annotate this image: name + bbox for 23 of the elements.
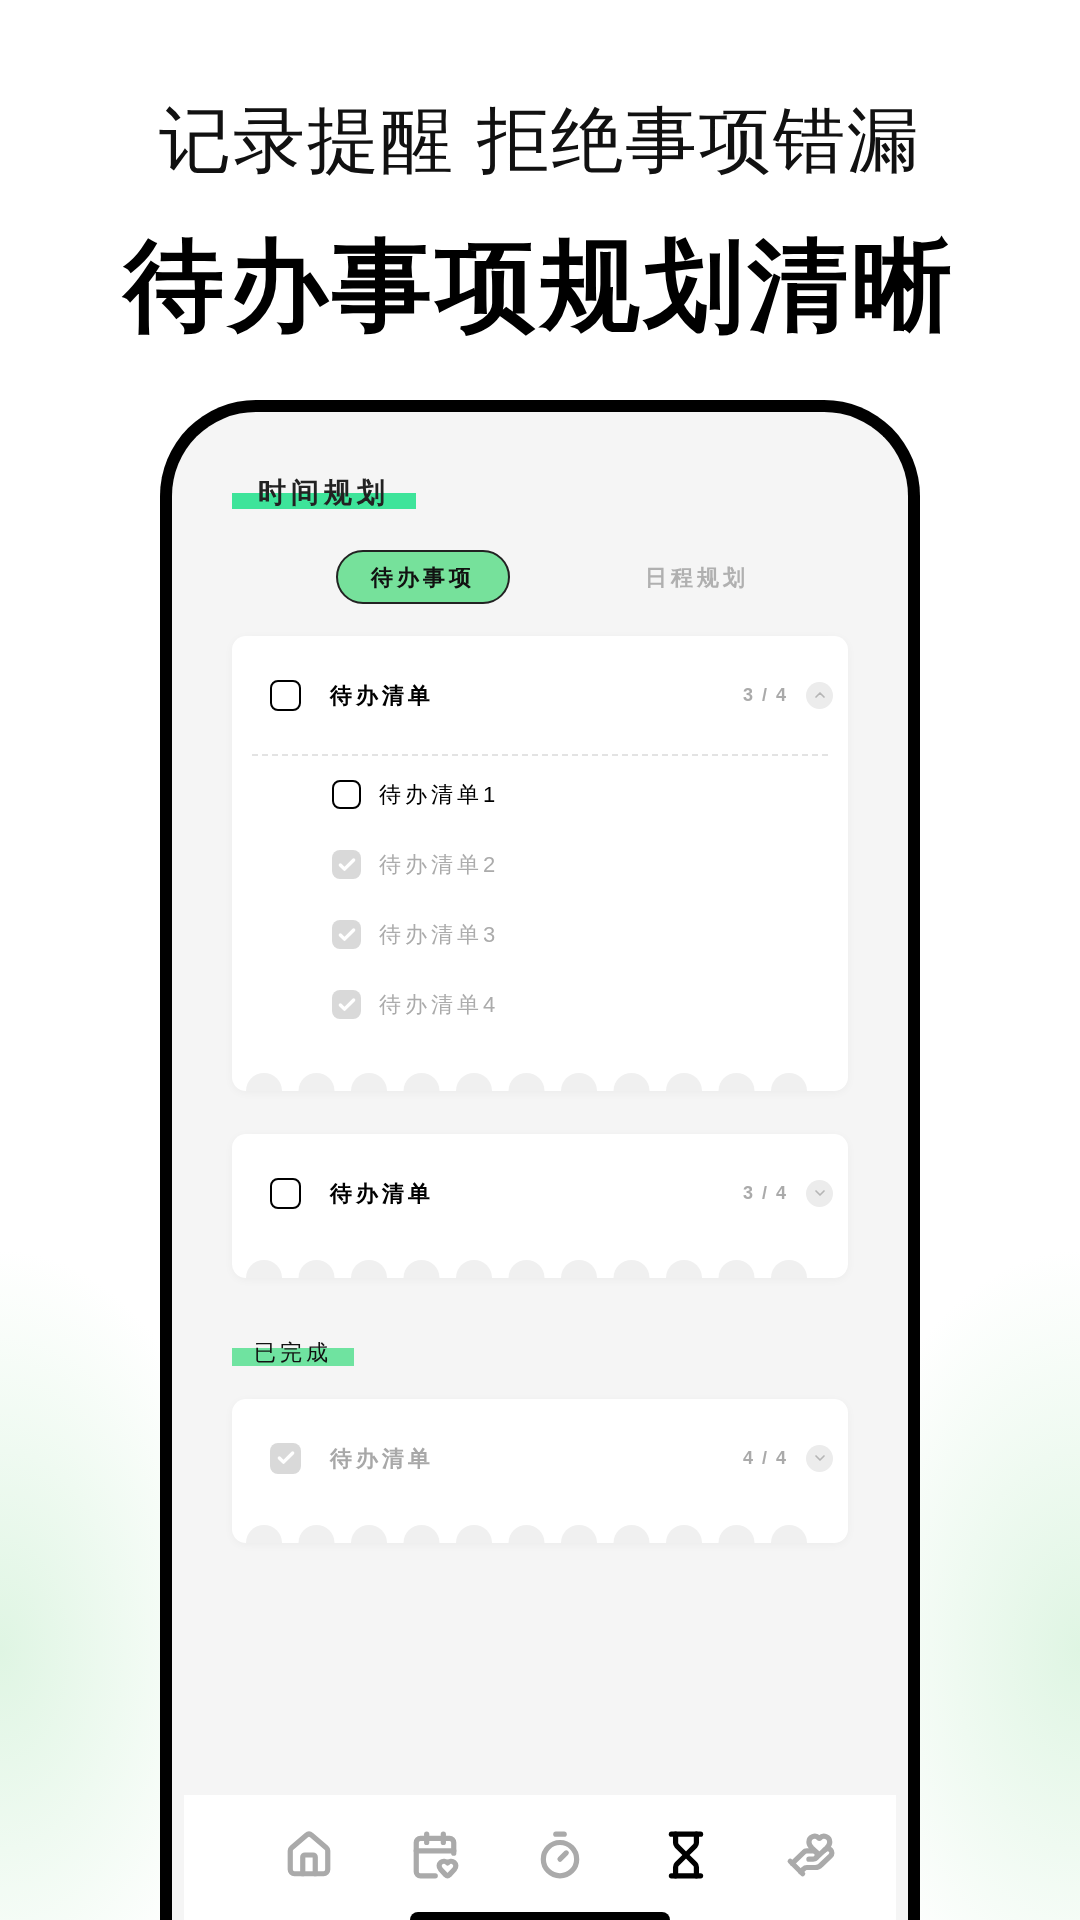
progress-count: 3 / 4	[742, 683, 788, 707]
progress-count: 4 / 4	[742, 1446, 788, 1470]
checkbox[interactable]	[332, 850, 361, 879]
todo-item-label: 待办清单1	[379, 781, 500, 809]
list-title: 待办清单	[330, 1444, 434, 1473]
collapse-toggle[interactable]	[806, 1444, 833, 1472]
collapse-toggle[interactable]	[806, 681, 833, 709]
list-title: 待办清单	[330, 681, 434, 710]
checkbox[interactable]	[332, 990, 361, 1019]
checkbox[interactable]	[270, 1177, 301, 1209]
checkbox[interactable]	[332, 780, 361, 809]
progress-count: 3 / 4	[742, 1181, 788, 1205]
todo-item-label: 待办清单2	[379, 851, 500, 879]
headline: 记录提醒 拒绝事项错漏	[159, 99, 921, 182]
todo-item-label: 待办清单4	[379, 991, 500, 1019]
checkbox[interactable]	[332, 920, 361, 949]
collapse-toggle[interactable]	[806, 1179, 833, 1207]
todo-item-label: 待办清单3	[379, 921, 500, 949]
list-title: 待办清单	[330, 1179, 434, 1208]
main-headline: 待办事项规划清晰	[124, 228, 956, 343]
checkbox[interactable]	[270, 679, 301, 711]
tab[interactable]: 待办事项	[336, 550, 510, 604]
checkbox[interactable]	[270, 1442, 301, 1474]
